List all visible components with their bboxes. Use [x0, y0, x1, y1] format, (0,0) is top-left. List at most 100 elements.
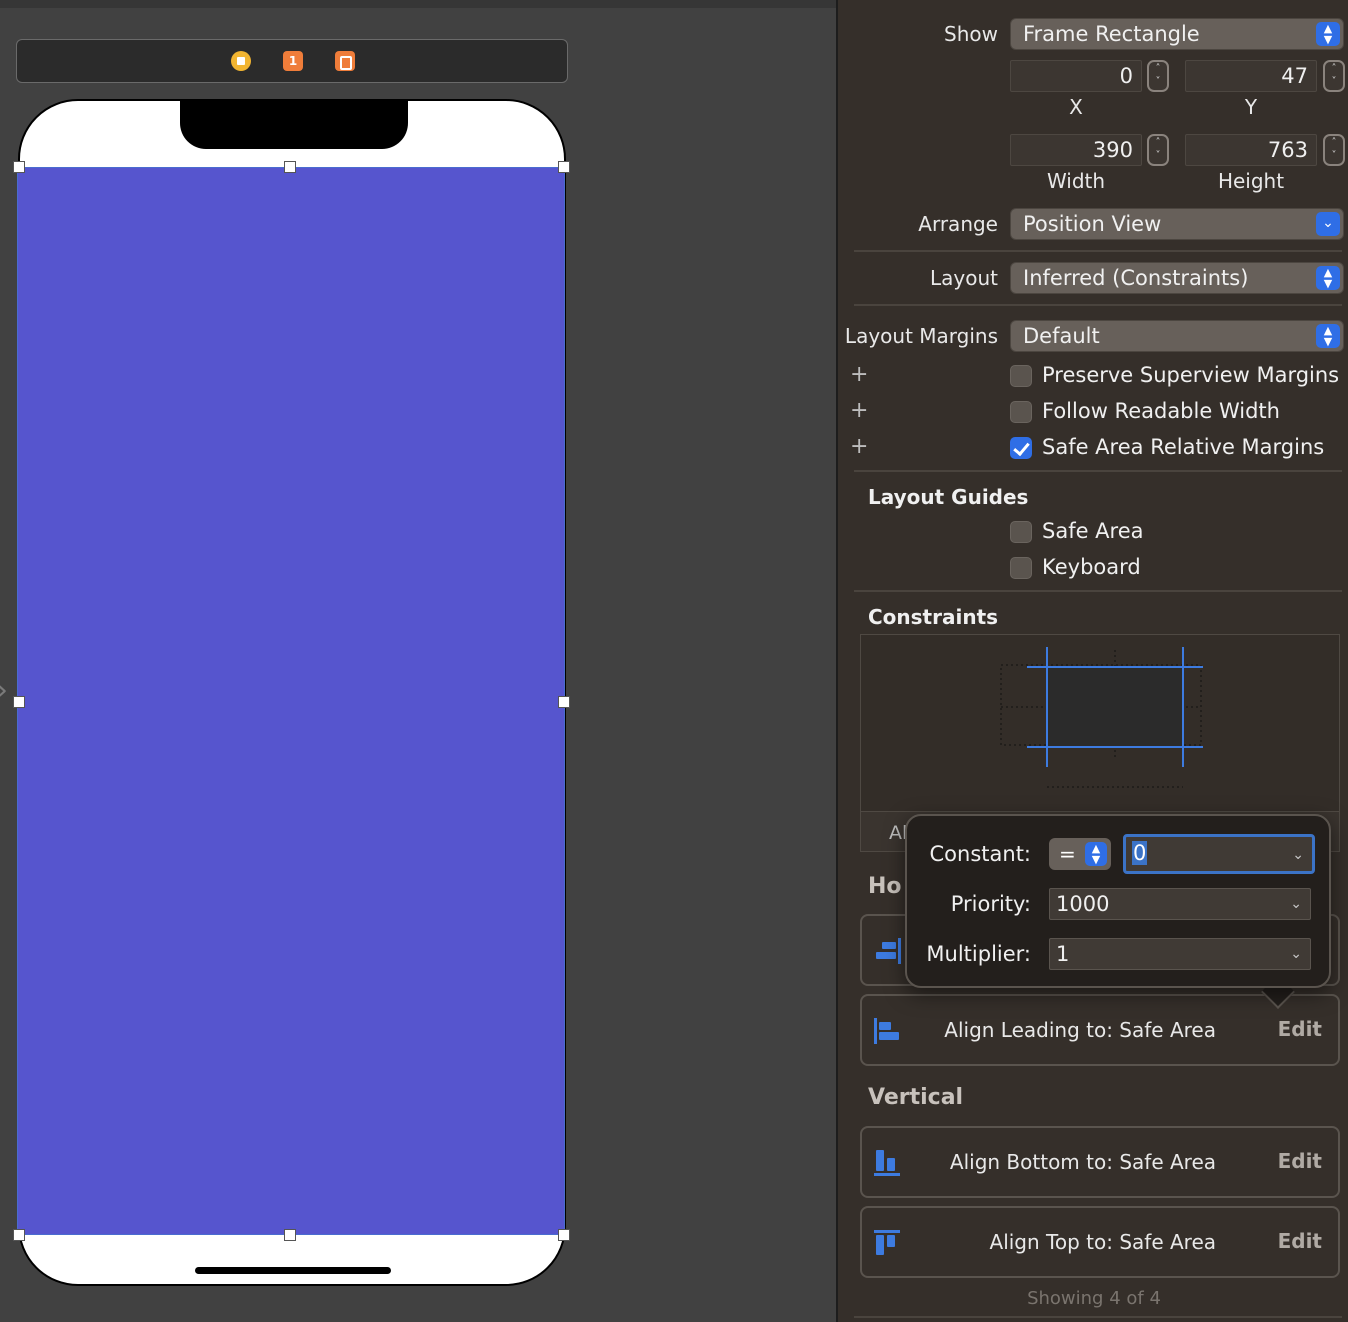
follow-readable-width-label: Follow Readable Width — [1042, 399, 1280, 423]
height-field[interactable]: 763 — [1185, 134, 1317, 166]
x-caption: X — [1069, 95, 1083, 119]
y-caption: Y — [1244, 95, 1258, 119]
safe-area-guide-label: Safe Area — [1042, 519, 1144, 543]
multiplier-label: Multiplier: — [926, 942, 1031, 966]
relation-popup[interactable]: = ▲ ▼ — [1049, 838, 1111, 870]
selected-view[interactable] — [17, 167, 565, 1235]
constraint-row-leading-text: Align Leading to: Safe Area — [944, 1018, 1216, 1042]
resize-handle-left[interactable] — [13, 696, 25, 708]
layout-popup-value: Inferred (Constraints) — [1023, 266, 1249, 290]
separator — [854, 1316, 1342, 1318]
follow-readable-width-checkbox[interactable] — [1010, 401, 1032, 423]
updown-arrows-icon: ▲ ▼ — [1085, 842, 1107, 866]
constant-value: 0 — [1132, 841, 1148, 865]
plus-icon[interactable]: + — [850, 434, 868, 459]
safe-area-relative-margins-label: Safe Area Relative Margins — [1042, 435, 1325, 459]
resize-handle-top[interactable] — [284, 161, 296, 173]
y-stepper[interactable]: ˄ ˅ — [1323, 60, 1345, 92]
keyboard-guide-checkbox[interactable] — [1010, 557, 1032, 579]
arrange-popup-value: Position View — [1023, 212, 1162, 236]
resize-handle-bottom-right[interactable] — [558, 1229, 570, 1241]
updown-arrows-icon: ▲ ▼ — [1316, 324, 1340, 348]
show-label: Show — [944, 22, 998, 46]
horizontal-title: Ho — [868, 874, 902, 899]
multiplier-value: 1 — [1056, 942, 1070, 966]
align-bottom-icon — [874, 1150, 900, 1176]
constant-field[interactable]: 0 ⌄ — [1123, 834, 1315, 874]
scene-dock: 1 — [16, 39, 568, 83]
constraint-row-bottom-text: Align Bottom to: Safe Area — [949, 1150, 1216, 1174]
constraint-row-top-text: Align Top to: Safe Area — [989, 1230, 1216, 1254]
layout-guides-title: Layout Guides — [868, 485, 1029, 509]
separator — [854, 590, 1342, 592]
chevron-down-icon[interactable]: ⌄ — [1292, 839, 1304, 871]
y-field[interactable]: 47 — [1185, 60, 1317, 92]
edit-button[interactable]: Edit — [1278, 1229, 1322, 1253]
x-stepper[interactable]: ˄ ˅ — [1147, 60, 1169, 92]
preserve-superview-margins-checkbox[interactable] — [1010, 365, 1032, 387]
updown-arrows-icon: ▲ ▼ — [1316, 22, 1340, 46]
x-field[interactable]: 0 — [1010, 60, 1142, 92]
chevron-down-icon[interactable]: ⌄ — [1290, 939, 1302, 969]
arrange-popup[interactable]: Position View ⌄ — [1010, 208, 1344, 240]
canvas-top-bar — [0, 0, 836, 8]
priority-label: Priority: — [950, 892, 1031, 916]
constant-label: Constant: — [929, 842, 1031, 866]
chevron-down-icon: ⌄ — [1316, 212, 1340, 236]
width-caption: Width — [1046, 169, 1106, 193]
show-popup-value: Frame Rectangle — [1023, 22, 1200, 46]
view-controller-icon[interactable] — [231, 51, 251, 71]
chevron-down-icon[interactable]: ⌄ — [1290, 889, 1302, 919]
constraints-count: Showing 4 of 4 — [1027, 1288, 1161, 1309]
device-notch — [180, 101, 408, 149]
height-stepper[interactable]: ˄ ˅ — [1323, 134, 1345, 166]
constraint-row-bottom[interactable]: Align Bottom to: Safe Area Edit — [860, 1126, 1340, 1198]
size-inspector: Show Frame Rectangle ▲ ▼ 0 ˄ ˅ X 47 ˄ ˅ Y 3… — [836, 0, 1348, 1322]
height-caption: Height — [1217, 169, 1285, 193]
constraint-row-top[interactable]: Align Top to: Safe Area Edit — [860, 1206, 1340, 1278]
plus-icon[interactable]: + — [850, 362, 868, 387]
arrange-label: Arrange — [918, 212, 998, 236]
width-stepper[interactable]: ˄ ˅ — [1147, 134, 1169, 166]
resize-handle-top-right[interactable] — [558, 161, 570, 173]
separator — [854, 304, 1342, 306]
resize-handle-bottom[interactable] — [284, 1229, 296, 1241]
separator — [854, 250, 1342, 252]
vertical-title: Vertical — [868, 1085, 964, 1110]
layout-margins-popup-value: Default — [1023, 324, 1100, 348]
relation-value: = — [1059, 842, 1076, 866]
constraint-row-leading[interactable]: Align Leading to: Safe Area Edit — [860, 994, 1340, 1066]
resize-handle-bottom-left[interactable] — [13, 1229, 25, 1241]
plus-icon[interactable]: + — [850, 398, 868, 423]
constraint-edit-popover: Constant: = ▲ ▼ 0 ⌄ Priority: 1000 ⌄ Mult… — [905, 814, 1331, 988]
align-top-icon — [874, 1230, 900, 1255]
multiplier-field[interactable]: 1 ⌄ — [1049, 938, 1311, 970]
layout-margins-label: Layout Margins — [844, 324, 998, 348]
safe-area-relative-margins-checkbox[interactable] — [1010, 437, 1032, 459]
view-box — [1046, 666, 1184, 748]
storyboard-canvas[interactable]: 1 › — [0, 0, 836, 1322]
priority-value: 1000 — [1056, 892, 1110, 916]
preserve-superview-margins-label: Preserve Superview Margins — [1042, 363, 1340, 387]
width-field[interactable]: 390 — [1010, 134, 1142, 166]
keyboard-guide-label: Keyboard — [1042, 555, 1141, 579]
constraints-title: Constraints — [868, 605, 999, 629]
layout-label: Layout — [930, 266, 998, 290]
priority-field[interactable]: 1000 ⌄ — [1049, 888, 1311, 920]
updown-arrows-icon: ▲ ▼ — [1316, 266, 1340, 290]
show-popup[interactable]: Frame Rectangle ▲ ▼ — [1010, 18, 1344, 50]
exit-icon[interactable] — [335, 51, 355, 71]
separator — [854, 470, 1342, 472]
resize-handle-right[interactable] — [558, 696, 570, 708]
edit-button[interactable]: Edit — [1278, 1149, 1322, 1173]
align-leading-icon — [874, 1018, 899, 1044]
align-trailing-icon — [876, 938, 901, 964]
layout-popup[interactable]: Inferred (Constraints) ▲ ▼ — [1010, 262, 1344, 294]
resize-handle-top-left[interactable] — [13, 161, 25, 173]
first-responder-icon[interactable]: 1 — [283, 51, 303, 71]
edit-button[interactable]: Edit — [1278, 1017, 1322, 1041]
home-indicator — [195, 1267, 391, 1274]
layout-margins-popup[interactable]: Default ▲ ▼ — [1010, 320, 1344, 352]
safe-area-guide-checkbox[interactable] — [1010, 521, 1032, 543]
entry-point-arrow-icon[interactable]: › — [0, 676, 8, 706]
